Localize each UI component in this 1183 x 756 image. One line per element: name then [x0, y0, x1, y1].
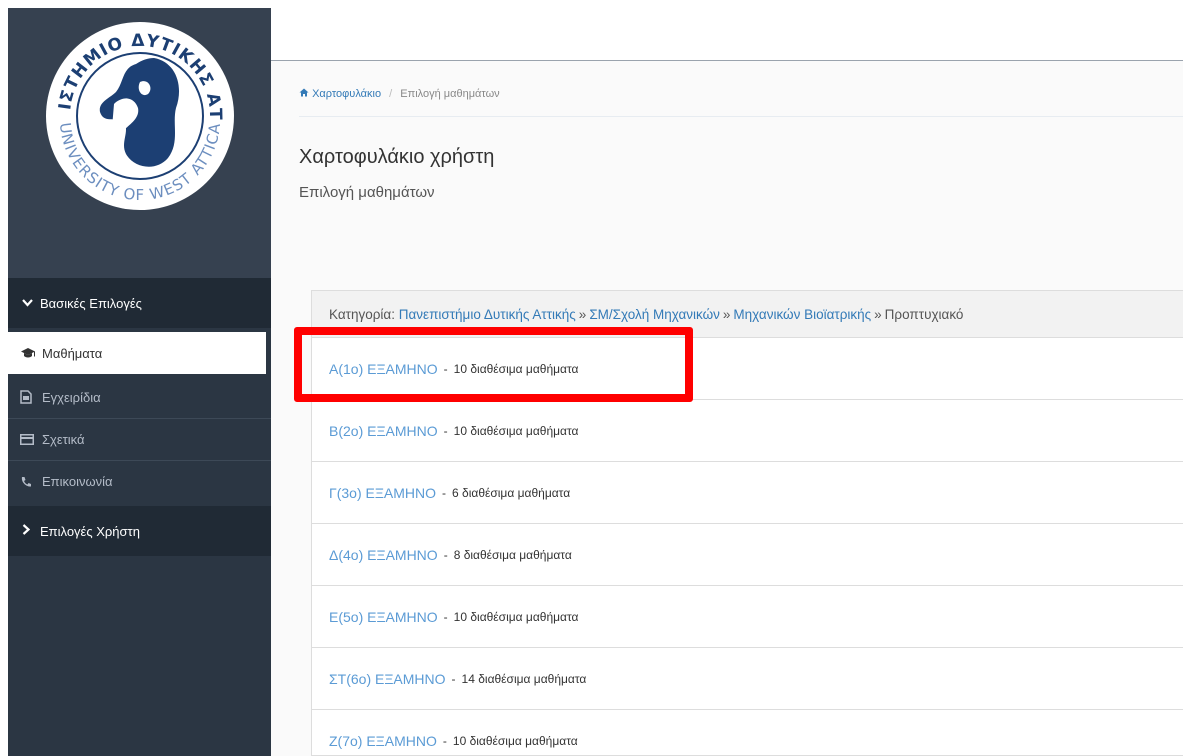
breadcrumb-home-link[interactable]: Χαρτοφυλάκιο: [312, 88, 381, 100]
semester-row: Γ(3ο) ΕΞΑΜΗΝΟ - 6 διαθέσιμα μαθήματα: [312, 462, 1183, 524]
category-separator: »: [874, 306, 882, 322]
separator-dash: -: [451, 671, 456, 686]
semester-link[interactable]: Β(2ο) ΕΞΑΜΗΝΟ: [329, 423, 438, 439]
sidebar-item-manuals[interactable]: Εγχειρίδια: [8, 376, 271, 418]
course-count: 10 διαθέσιμα μαθήματα: [453, 423, 579, 438]
user-options-header[interactable]: Επιλογές Χρήστη: [8, 506, 271, 556]
separator-dash: -: [442, 485, 447, 500]
course-count: 6 διαθέσιμα μαθήματα: [452, 485, 571, 500]
top-header-bar: [271, 8, 1183, 61]
semester-link[interactable]: Δ(4ο) ΕΞΑΜΗΝΟ: [329, 547, 438, 563]
highlight-box: [294, 327, 693, 402]
course-count: 14 διαθέσιμα μαθήματα: [461, 671, 587, 686]
semester-row: ΣΤ(6ο) ΕΞΑΜΗΝΟ - 14 διαθέσιμα μαθήματα: [312, 648, 1183, 710]
breadcrumb: Χαρτοφυλάκιο / Επιλογή μαθημάτων: [299, 88, 500, 100]
chevron-down-icon: [22, 296, 40, 310]
category-current: Προπτυχιακό: [884, 306, 964, 322]
sidebar: ΠΑΝΕΠΙΣΤΗΜΙΟ ΔΥΤΙΚΗΣ ΑΤΤΙΚΗΣ UNIVERSITY …: [8, 8, 271, 756]
course-count: 10 διαθέσιμα μαθήματα: [452, 733, 578, 748]
breadcrumb-separator: /: [389, 88, 393, 100]
category-link-department[interactable]: Μηχανικών Βιοϊατρικής: [733, 307, 871, 322]
separator-dash: -: [443, 547, 448, 562]
semester-row: Β(2ο) ΕΞΑΜΗΝΟ - 10 διαθέσιμα μαθήματα: [312, 400, 1183, 462]
sidebar-item-about[interactable]: Σχετικά: [8, 418, 271, 460]
course-count: 8 διαθέσιμα μαθήματα: [453, 547, 572, 562]
page-subtitle: Επιλογή μαθημάτων: [299, 184, 435, 201]
category-separator: »: [578, 306, 587, 322]
sidebar-item-label: Εγχειρίδια: [42, 389, 101, 405]
breadcrumb-current: Επιλογή μαθημάτων: [400, 88, 500, 100]
sidebar-item-label: Μαθήματα: [42, 345, 103, 361]
home-icon: [299, 88, 312, 100]
separator-dash: -: [443, 609, 448, 624]
separator-dash: -: [442, 733, 447, 748]
category-link-school[interactable]: ΣΜ/Σχολή Μηχανικών: [589, 307, 720, 322]
category-label: Κατηγορία:: [329, 306, 395, 322]
separator-dash: -: [443, 423, 448, 438]
main-options-label: Βασικές Επιλογές: [40, 295, 142, 311]
semester-link[interactable]: ΣΤ(6ο) ΕΞΑΜΗΝΟ: [329, 671, 446, 687]
category-separator: »: [722, 306, 731, 322]
sidebar-item-label: Σχετικά: [42, 432, 85, 447]
sidebar-item-courses[interactable]: Μαθήματα: [8, 332, 266, 374]
semester-row: Ε(5ο) ΕΞΑΜΗΝΟ - 10 διαθέσιμα μαθήματα: [312, 586, 1183, 648]
category-link-university[interactable]: Πανεπιστήμιο Δυτικής Αττικής: [399, 307, 576, 322]
page-title: Χαρτοφυλάκιο χρήστη: [299, 146, 495, 168]
semester-row: Ζ(7ο) ΕΞΑΜΗΝΟ - 10 διαθέσιμα μαθήματα: [312, 710, 1183, 756]
chevron-right-icon: [22, 524, 40, 538]
graduation-cap-icon: [20, 347, 42, 359]
semester-link[interactable]: Ζ(7ο) ΕΞΑΜΗΝΟ: [329, 733, 437, 749]
sidebar-item-contact[interactable]: Επικοινωνία: [8, 460, 271, 502]
user-options-label: Επιλογές Χρήστη: [40, 523, 140, 539]
phone-icon: [20, 476, 42, 488]
main-options-header[interactable]: Βασικές Επιλογές: [8, 278, 271, 328]
file-icon: [20, 390, 42, 404]
credit-card-icon: [20, 434, 42, 445]
divider: [299, 116, 1183, 117]
semester-link[interactable]: Ε(5ο) ΕΞΑΜΗΝΟ: [329, 609, 438, 625]
course-count: 10 διαθέσιμα μαθήματα: [453, 609, 579, 624]
sidebar-item-label: Επικοινωνία: [42, 474, 113, 489]
semester-link[interactable]: Γ(3ο) ΕΞΑΜΗΝΟ: [329, 485, 436, 501]
university-logo: ΠΑΝΕΠΙΣΤΗΜΙΟ ΔΥΤΙΚΗΣ ΑΤΤΙΚΗΣ UNIVERSITY …: [8, 8, 271, 278]
semester-row: Δ(4ο) ΕΞΑΜΗΝΟ - 8 διαθέσιμα μαθήματα: [312, 524, 1183, 586]
